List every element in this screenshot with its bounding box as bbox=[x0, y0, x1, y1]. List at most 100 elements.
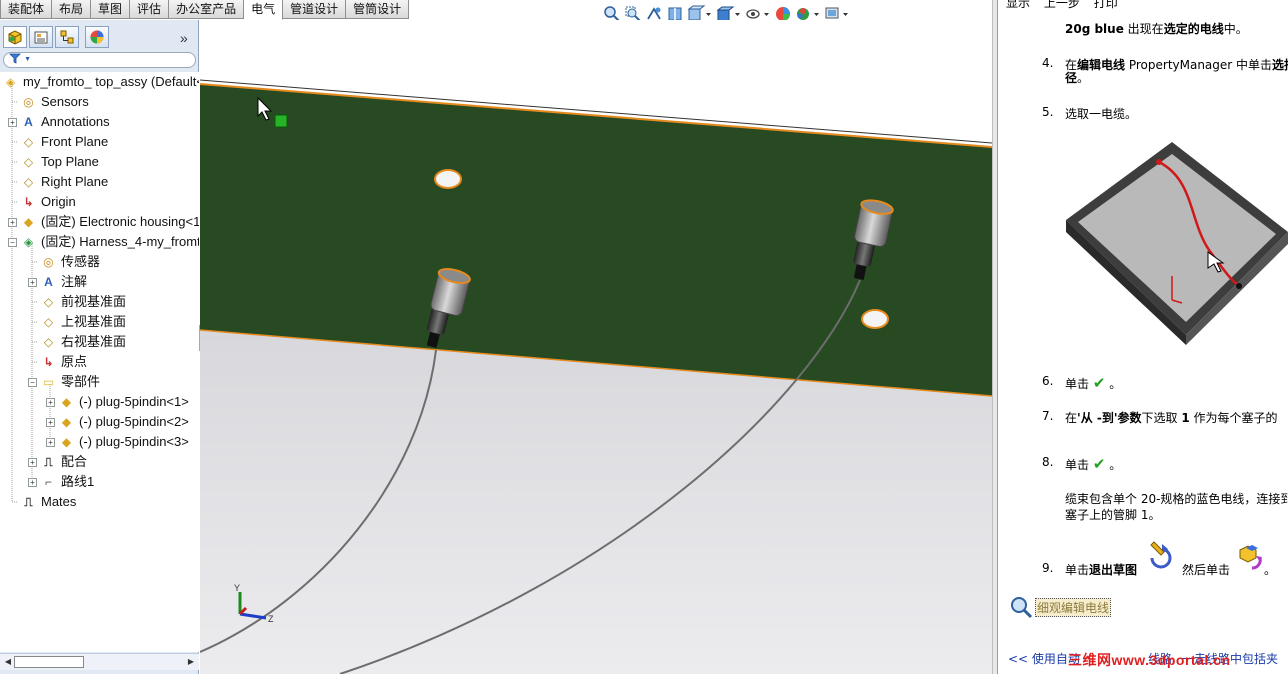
plane-icon: ◇ bbox=[23, 155, 34, 169]
expand-toggle-icon[interactable]: + bbox=[8, 217, 17, 227]
scroll-left-icon[interactable]: ◀ bbox=[2, 656, 14, 668]
command-tab[interactable]: 管道设计 bbox=[283, 0, 347, 19]
graphics-viewport[interactable]: Y Z bbox=[200, 20, 992, 674]
tree-item[interactable]: ◇ 右视基准面 bbox=[28, 332, 126, 352]
step-6-text: 单击 ✔ 。 bbox=[1065, 374, 1122, 392]
watch-edit-wire-link[interactable]: 细观编辑电线 bbox=[1035, 598, 1112, 617]
propertymanager-icon[interactable] bbox=[29, 26, 53, 48]
expand-toggle-icon[interactable]: + bbox=[8, 117, 17, 127]
command-tab[interactable]: 办公室产品 bbox=[169, 0, 245, 19]
mates-icon: ⎍ bbox=[44, 455, 53, 469]
feature-tree: ◈ my_fromto_ top_assy (Default< ◎ Sensors + A… bbox=[0, 72, 199, 652]
command-tab[interactable]: 评估 bbox=[130, 0, 170, 19]
help-nav-bar: 显示 上一步 打印 bbox=[1006, 0, 1118, 11]
command-tab[interactable]: 草图 bbox=[91, 0, 131, 19]
tree-item[interactable]: ◎ Sensors bbox=[8, 92, 88, 112]
tree-item-label: 上视基准面 bbox=[61, 314, 127, 329]
tree-item[interactable]: ◎ 传感器 bbox=[28, 252, 100, 272]
tree-item[interactable]: − ◈ (固定) Harness_4-my_fromt bbox=[8, 232, 199, 252]
svg-text:Z: Z bbox=[268, 614, 274, 624]
tree-item[interactable]: ↳ Origin bbox=[8, 192, 75, 212]
svg-text:Y: Y bbox=[234, 583, 240, 593]
mounting-hole[interactable] bbox=[861, 309, 889, 329]
tree-item[interactable]: + ⌐ 路线1 bbox=[28, 472, 94, 492]
step-8-note-cont: 塞子上的管脚 1。 bbox=[1065, 508, 1161, 522]
sensors-icon: ◎ bbox=[43, 255, 54, 269]
exit-sketch-icon[interactable] bbox=[1148, 540, 1176, 572]
tree-item[interactable]: − ▭ 零部件 bbox=[28, 372, 100, 392]
expand-panel-chevron-icon[interactable]: » bbox=[180, 30, 188, 46]
tree-item[interactable]: + A Annotations bbox=[8, 112, 110, 132]
tree-item[interactable]: + ⎍ 配合 bbox=[28, 452, 87, 472]
tree-item-label: Top Plane bbox=[41, 154, 99, 169]
step-8-text: 单击 ✔ 。 bbox=[1065, 455, 1122, 473]
step-9-end: 。 bbox=[1264, 563, 1277, 577]
tree-item-label: 路线1 bbox=[61, 474, 95, 489]
tree-item[interactable]: ◇ Right Plane bbox=[8, 172, 108, 192]
edit-component-icon[interactable] bbox=[1236, 542, 1266, 572]
command-tab[interactable]: 布局 bbox=[52, 0, 92, 19]
command-tab[interactable]: 装配体 bbox=[0, 0, 53, 19]
selection-handle[interactable] bbox=[274, 114, 288, 128]
expand-toggle-icon[interactable]: + bbox=[28, 277, 37, 287]
tree-item-label: 配合 bbox=[61, 454, 88, 469]
step-number: 4. bbox=[1042, 56, 1054, 70]
manager-tabs: » bbox=[0, 24, 199, 50]
displaymanager-icon[interactable] bbox=[85, 26, 109, 48]
scrollbar-thumb[interactable] bbox=[14, 656, 84, 668]
expand-toggle-icon[interactable]: + bbox=[28, 477, 37, 487]
mates-icon: ⎍ bbox=[24, 495, 33, 509]
command-tab[interactable]: 电气 bbox=[244, 0, 284, 20]
expand-toggle-icon[interactable]: + bbox=[28, 457, 37, 467]
part-icon: ◆ bbox=[61, 435, 72, 449]
filter-icon[interactable] bbox=[9, 53, 24, 67]
tree-horizontal-scrollbar[interactable]: ◀ ▶ bbox=[0, 653, 199, 670]
step-7-text: 在'从 -到'参数下选取 1 作为每个塞子的 bbox=[1065, 411, 1278, 425]
tree-item[interactable]: + ◆ (-) plug-5pindin<2> bbox=[46, 412, 189, 432]
help-nav-show[interactable]: 显示 bbox=[1006, 0, 1030, 10]
step-number: 6. bbox=[1042, 374, 1054, 388]
command-tab[interactable]: 管筒设计 bbox=[346, 0, 410, 19]
help-nav-previous[interactable]: 上一步 bbox=[1044, 0, 1080, 10]
scroll-right-icon[interactable]: ▶ bbox=[185, 656, 197, 668]
tree-item[interactable]: + ◆ (-) plug-5pindin<3> bbox=[46, 432, 189, 452]
tree-item[interactable]: ◇ Top Plane bbox=[8, 152, 99, 172]
ok-check-icon[interactable]: ✔ bbox=[1093, 374, 1106, 392]
tree-item[interactable]: ◇ 上视基准面 bbox=[28, 312, 126, 332]
expand-toggle-icon[interactable]: − bbox=[28, 377, 37, 387]
step-number: 9. bbox=[1042, 561, 1054, 575]
sensors-icon: ◎ bbox=[23, 95, 34, 109]
featuremanager-tree-icon[interactable] bbox=[3, 26, 27, 48]
expand-toggle-icon[interactable]: − bbox=[8, 237, 17, 247]
step-9-then: 然后单击 bbox=[1182, 563, 1231, 577]
tree-filter-box[interactable]: ▼ bbox=[3, 52, 196, 68]
step-9-text: 单击退出草图 bbox=[1065, 563, 1138, 577]
tree-item[interactable]: ◇ 前视基准面 bbox=[28, 292, 126, 312]
tree-item-label: Right Plane bbox=[41, 174, 109, 189]
origin-icon: ↳ bbox=[23, 195, 34, 209]
expand-toggle-icon[interactable]: + bbox=[46, 397, 55, 407]
configurationmanager-icon[interactable] bbox=[55, 26, 79, 48]
part-icon: ◆ bbox=[23, 215, 34, 229]
filter-dropdown-icon[interactable]: ▼ bbox=[24, 56, 31, 63]
help-nav-print[interactable]: 打印 bbox=[1094, 0, 1118, 10]
tree-item[interactable]: ◇ Front Plane bbox=[8, 132, 108, 152]
tree-item-label: (固定) Harness_4-my_fromt bbox=[41, 234, 199, 249]
assembly-model-view[interactable]: Y Z bbox=[200, 20, 992, 674]
mounting-hole[interactable] bbox=[434, 169, 462, 189]
part-icon: ◆ bbox=[61, 415, 72, 429]
tree-item[interactable]: + ◆ (-) plug-5pindin<1> bbox=[46, 392, 189, 412]
tree-item[interactable]: + A 注解 bbox=[28, 272, 87, 292]
expand-toggle-icon[interactable]: + bbox=[46, 437, 55, 447]
help-pane: 显示 上一步 打印 20g blue 出现在选定的电线中。 4. 在编辑电线 P… bbox=[998, 0, 1288, 674]
ok-check-icon[interactable]: ✔ bbox=[1093, 455, 1106, 473]
tree-item[interactable]: ◈ my_fromto_ top_assy (Default< bbox=[0, 72, 199, 92]
tree-item[interactable]: ⎍ Mates bbox=[8, 492, 76, 512]
annotations-icon: A bbox=[44, 275, 53, 289]
plane-icon: ◇ bbox=[43, 295, 54, 309]
tree-item[interactable]: + ◆ (固定) Electronic housing<1 bbox=[8, 212, 199, 232]
tree-item-label: (-) plug-5pindin<1> bbox=[79, 394, 189, 409]
expand-toggle-icon[interactable]: + bbox=[46, 417, 55, 427]
tree-item[interactable]: ↳ 原点 bbox=[28, 352, 87, 372]
tree-item-label: Front Plane bbox=[41, 134, 109, 149]
